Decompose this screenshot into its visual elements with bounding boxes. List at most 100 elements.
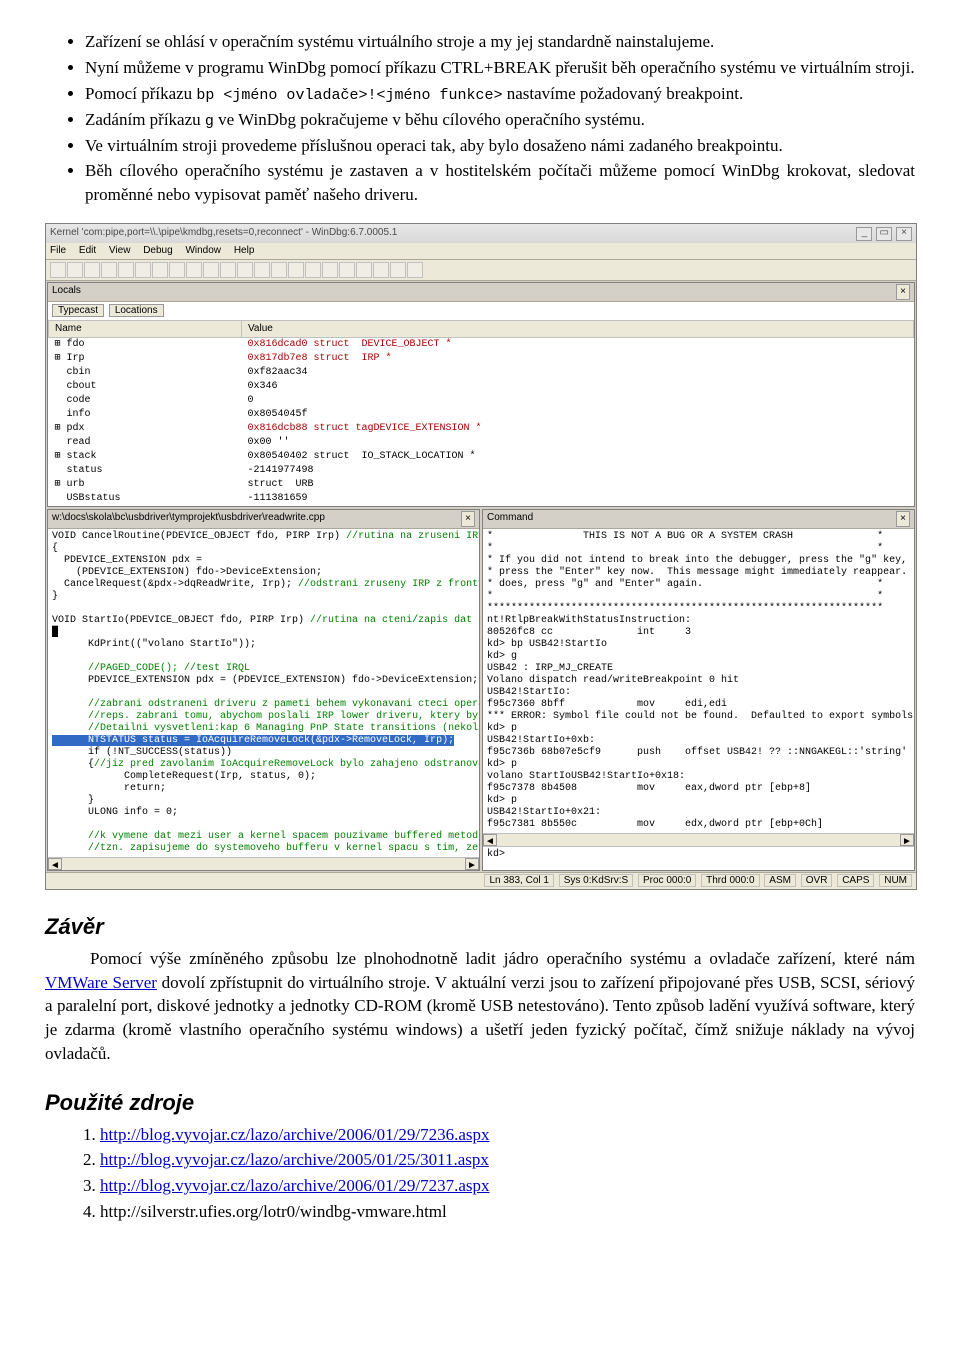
toolbar-button[interactable] <box>237 262 253 278</box>
menubar: File Edit View Debug Window Help <box>46 243 916 260</box>
minimize-icon[interactable]: _ <box>856 227 872 241</box>
table-header-row: Name Value <box>49 320 914 337</box>
toolbar-button[interactable] <box>322 262 338 278</box>
toolbar-button[interactable] <box>118 262 134 278</box>
bullet-text: Zadáním příkazu <box>85 110 205 129</box>
bullet-item: Zařízení se ohlásí v operačním systému v… <box>85 30 915 54</box>
toolbar-button[interactable] <box>169 262 185 278</box>
cell-name: ⊞ stack <box>49 450 242 464</box>
maximize-icon[interactable]: ▭ <box>876 227 892 241</box>
toolbar-button[interactable] <box>67 262 83 278</box>
paragraph-zaver: Pomocí výše zmíněného způsobu lze plnoho… <box>45 947 915 1066</box>
table-row[interactable]: code0 <box>49 394 914 408</box>
pane-title: Command <box>487 511 533 527</box>
titlebar[interactable]: Kernel 'com:pipe,port=\\.\pipe\kmdbg,res… <box>46 224 916 243</box>
ref-link[interactable]: http://blog.vyvojar.cz/lazo/archive/2006… <box>100 1125 490 1144</box>
toolbar-button[interactable] <box>135 262 151 278</box>
table-row[interactable]: read0x00 '' <box>49 436 914 450</box>
cell-value: 0x8054045f <box>242 408 914 422</box>
menu-window[interactable]: Window <box>185 245 221 256</box>
bullet-item: Ve virtuálním stroji provedeme příslušno… <box>85 134 915 158</box>
command-input[interactable]: kd> <box>483 846 914 863</box>
menu-debug[interactable]: Debug <box>143 245 172 256</box>
pane-close-icon[interactable]: × <box>896 284 910 300</box>
cell-name: ⊞ pdx <box>49 422 242 436</box>
table-row[interactable]: ⊞ stack0x80540402 struct IO_STACK_LOCATI… <box>49 450 914 464</box>
source-pane: w:\docs\skola\bc\usbdriver\tymprojekt\us… <box>47 509 480 871</box>
pane-close-icon[interactable]: × <box>461 511 475 527</box>
table-row[interactable]: info0x8054045f <box>49 408 914 422</box>
menu-edit[interactable]: Edit <box>79 245 96 256</box>
bullet-text: Zařízení se ohlásí v operačním systému v… <box>85 32 714 51</box>
toolbar-button[interactable] <box>203 262 219 278</box>
locals-table: Name Value ⊞ fdo0x816dcad0 struct DEVICE… <box>48 320 914 506</box>
table-row[interactable]: USBstatus-111381659 <box>49 492 914 506</box>
table-row[interactable]: cbout0x346 <box>49 380 914 394</box>
link-vmware[interactable]: VMWare Server <box>45 973 157 992</box>
scroll-left-icon[interactable]: ◄ <box>48 858 62 870</box>
text: Pomocí výše zmíněného způsobu lze plnoho… <box>90 949 915 968</box>
h-scrollbar[interactable]: ◄► <box>483 833 914 846</box>
toolbar-button[interactable] <box>220 262 236 278</box>
toolbar-button[interactable] <box>373 262 389 278</box>
pane-header: Locals × <box>48 283 914 302</box>
bottom-panes: w:\docs\skola\bc\usbdriver\tymprojekt\us… <box>46 508 916 872</box>
col-name[interactable]: Name <box>49 320 242 337</box>
cell-value: 0 <box>242 394 914 408</box>
cell-value: -111381659 <box>242 492 914 506</box>
toolbar-button[interactable] <box>186 262 202 278</box>
toolbar-button[interactable] <box>84 262 100 278</box>
bullet-text: Pomocí příkazu <box>85 84 196 103</box>
toolbar-button[interactable] <box>288 262 304 278</box>
menu-file[interactable]: File <box>50 245 66 256</box>
pane-header: w:\docs\skola\bc\usbdriver\tymprojekt\us… <box>48 510 479 529</box>
cell-name: cbout <box>49 380 242 394</box>
toolbar-button[interactable] <box>254 262 270 278</box>
h-scrollbar[interactable]: ◄► <box>48 857 479 870</box>
toolbar-button[interactable] <box>407 262 423 278</box>
toolbar-button[interactable] <box>271 262 287 278</box>
command-output[interactable]: * THIS IS NOT A BUG OR A SYSTEM CRASH * … <box>483 529 914 833</box>
pane-close-icon[interactable]: × <box>896 511 910 527</box>
ref-link[interactable]: http://blog.vyvojar.cz/lazo/archive/2005… <box>100 1150 489 1169</box>
tab-locations[interactable]: Locations <box>109 304 164 317</box>
cell-value: 0x00 '' <box>242 436 914 450</box>
table-row[interactable]: ⊞ Irp0x817db7e8 struct IRP * <box>49 352 914 366</box>
ref-link[interactable]: http://blog.vyvojar.cz/lazo/archive/2006… <box>100 1176 490 1195</box>
menu-view[interactable]: View <box>109 245 131 256</box>
cell-name: ⊞ Irp <box>49 352 242 366</box>
toolbar-button[interactable] <box>101 262 117 278</box>
toolbar-button[interactable] <box>356 262 372 278</box>
toolbar-button[interactable] <box>339 262 355 278</box>
scroll-right-icon[interactable]: ► <box>465 858 479 870</box>
status-cell: Ln 383, Col 1 <box>484 874 554 887</box>
table-row[interactable]: ⊞ pdx0x816dcb88 struct tagDEVICE_EXTENSI… <box>49 422 914 436</box>
close-icon[interactable]: × <box>896 227 912 241</box>
status-cell: Sys 0:KdSrv:S <box>559 874 633 887</box>
table-row[interactable]: status-2141977498 <box>49 464 914 478</box>
toolbar-button[interactable] <box>50 262 66 278</box>
col-value[interactable]: Value <box>242 320 914 337</box>
bullet-text: Ve virtuálním stroji provedeme příslušno… <box>85 136 783 155</box>
cell-name: cbin <box>49 366 242 380</box>
source-code[interactable]: VOID CancelRoutine(PDEVICE_OBJECT fdo, P… <box>48 529 479 857</box>
table-row[interactable]: ⊞ urbstruct URB <box>49 478 914 492</box>
cell-name: code <box>49 394 242 408</box>
cell-value: 0x816dcb88 struct tagDEVICE_EXTENSION * <box>242 422 914 436</box>
locals-pane: Locals × Typecast Locations Name Value ⊞… <box>47 282 915 507</box>
table-row[interactable]: cbin0xf82aac34 <box>49 366 914 380</box>
toolbar-button[interactable] <box>390 262 406 278</box>
toolbar-button[interactable] <box>152 262 168 278</box>
window-title: Kernel 'com:pipe,port=\\.\pipe\kmdbg,res… <box>50 226 397 240</box>
cell-name: USBstatus <box>49 492 242 506</box>
table-row[interactable]: ⊞ fdo0x816dcad0 struct DEVICE_OBJECT * <box>49 337 914 352</box>
refs-list: http://blog.vyvojar.cz/lazo/archive/2006… <box>45 1123 915 1224</box>
scroll-right-icon[interactable]: ► <box>900 834 914 846</box>
cell-value: struct URB <box>242 478 914 492</box>
bullet-item: Zadáním příkazu g ve WinDbg pokračujeme … <box>85 108 915 132</box>
tab-typecast[interactable]: Typecast <box>52 304 104 317</box>
status-cell: CAPS <box>837 874 874 887</box>
scroll-left-icon[interactable]: ◄ <box>483 834 497 846</box>
toolbar-button[interactable] <box>305 262 321 278</box>
menu-help[interactable]: Help <box>234 245 255 256</box>
